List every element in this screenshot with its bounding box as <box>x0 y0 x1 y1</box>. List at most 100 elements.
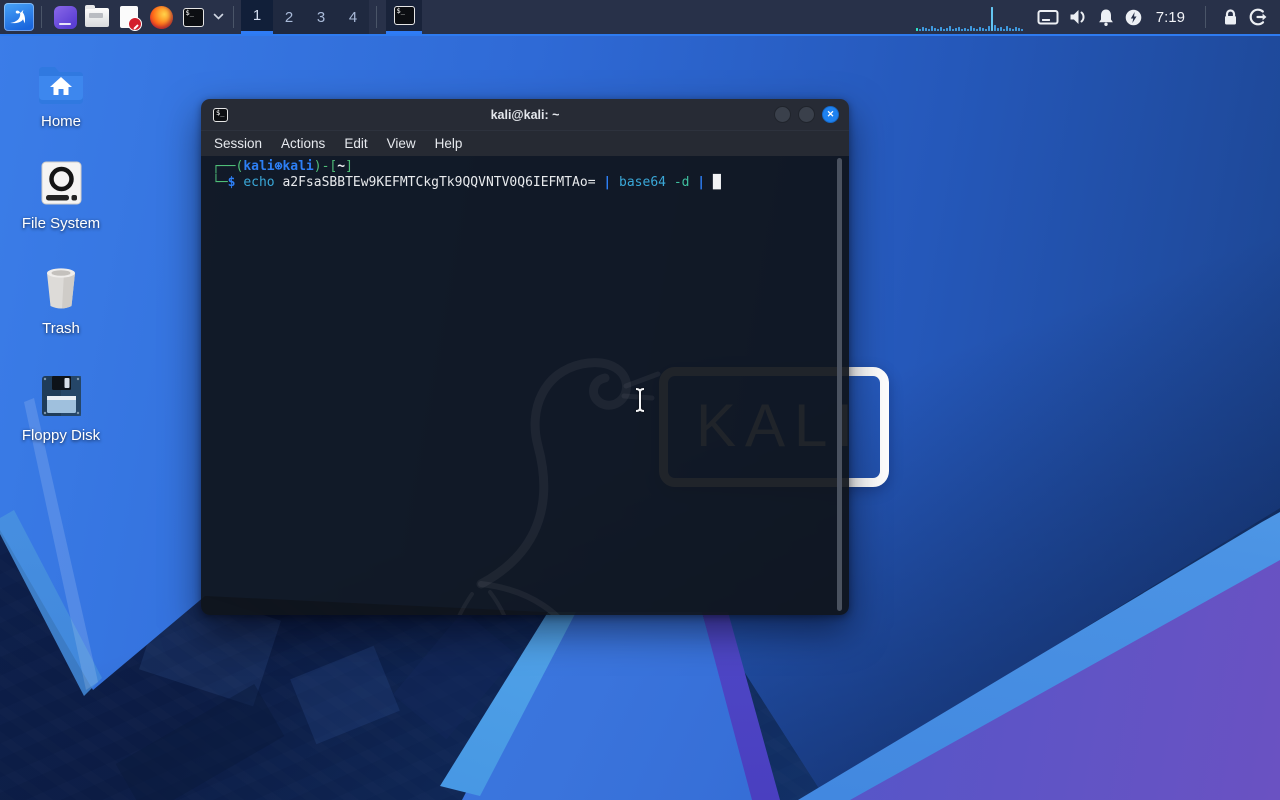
menu-actions[interactable]: Actions <box>281 136 325 151</box>
keyboard-layout-indicator[interactable] <box>1037 8 1059 26</box>
cpu-bar <box>942 29 945 31</box>
cpu-bar <box>996 28 999 31</box>
cpu-bar <box>963 28 966 31</box>
system-tray: 7:19 <box>1037 6 1274 28</box>
workspace-2[interactable]: 2 <box>273 0 305 34</box>
terminal-scrollbar[interactable] <box>837 158 842 611</box>
panel-separator <box>1205 6 1206 28</box>
workspace-1[interactable]: 1 <box>241 0 273 34</box>
window-menubar: Session Actions Edit View Help <box>201 130 849 156</box>
applications-menu-button[interactable] <box>4 3 34 31</box>
cpu-bar <box>990 7 993 31</box>
desktop-icon-trash[interactable]: Trash <box>6 263 116 337</box>
prompt-token: | <box>603 175 612 190</box>
lock-icon <box>1225 8 1236 24</box>
cpu-bar <box>987 26 990 31</box>
cpu-bar <box>960 29 963 31</box>
volume-icon <box>1070 10 1085 24</box>
prompt-token <box>666 175 674 190</box>
app-drawer-launcher[interactable] <box>52 3 78 31</box>
power-manager-icon <box>1125 9 1142 25</box>
prompt-token: kali <box>282 159 314 174</box>
workspace-switcher: 1234 <box>241 0 369 34</box>
prompt-token: ~ <box>337 159 346 174</box>
taskbar-terminal-window-button[interactable] <box>386 0 422 34</box>
cpu-bar <box>1014 27 1017 31</box>
terminal-icon <box>393 6 415 25</box>
workspace-4[interactable]: 4 <box>337 0 369 34</box>
file-manager-launcher[interactable] <box>84 3 110 31</box>
terminal-body[interactable]: ┌──(kali⊛kali)-[~] └─$ echo a2FsaSBBTEw9K… <box>201 156 849 615</box>
cpu-bar <box>954 28 957 31</box>
home-folder-icon <box>6 56 116 104</box>
cpu-bar <box>1002 29 1005 31</box>
prompt-token <box>705 175 713 190</box>
menu-help[interactable]: Help <box>435 136 463 151</box>
trash-can-icon <box>6 263 116 311</box>
cpu-bar <box>969 26 972 31</box>
volume-control[interactable] <box>1068 8 1088 26</box>
cpu-bar <box>936 29 939 31</box>
floppy-disk-icon <box>6 370 116 418</box>
cpu-bar <box>918 29 921 31</box>
cpu-bar <box>981 28 984 31</box>
prompt-token: kali <box>243 159 275 174</box>
workspace-3[interactable]: 3 <box>305 0 337 34</box>
text-cursor-pointer <box>635 388 645 412</box>
prompt-token: ] <box>345 159 353 174</box>
desktop-icon-filesystem[interactable]: File System <box>6 158 116 232</box>
top-panel: 1234 <box>0 0 1280 36</box>
cpu-bar <box>1011 29 1014 31</box>
prompt-token: | <box>697 175 706 190</box>
power-manager[interactable] <box>1124 8 1143 27</box>
file-manager-icon <box>85 4 109 27</box>
cpu-bar <box>933 28 936 31</box>
cpu-graph[interactable] <box>915 3 1023 31</box>
cpu-bar <box>951 29 954 31</box>
notifications[interactable] <box>1097 8 1115 27</box>
cpu-bar <box>921 27 924 31</box>
filesystem-drive-icon <box>6 158 116 206</box>
panel-separator <box>376 6 377 28</box>
desktop-icon-floppy[interactable]: Floppy Disk <box>6 370 116 444</box>
desktop-icon-home[interactable]: Home <box>6 56 116 130</box>
clock[interactable]: 7:19 <box>1156 9 1185 26</box>
minimize-button[interactable] <box>774 106 791 123</box>
terminal-cursor: █ <box>712 175 721 190</box>
prompt-token: -d <box>673 175 690 190</box>
cpu-bar <box>930 26 933 31</box>
maximize-button[interactable] <box>798 106 815 123</box>
launcher-dropdown-button[interactable] <box>213 8 224 26</box>
firefox-icon <box>149 5 173 29</box>
bell-icon <box>1098 9 1113 26</box>
cpu-bar <box>1020 29 1023 31</box>
cpu-bar <box>1008 28 1011 31</box>
close-button[interactable]: ✕ <box>822 106 839 123</box>
menu-edit[interactable]: Edit <box>344 136 367 151</box>
terminal-window: kali@kali: ~ ✕ Session Actions Edit View Hel… <box>201 99 849 615</box>
terminal-output: ┌──(kali⊛kali)-[~] └─$ echo a2FsaSBBTEw9K… <box>212 159 849 191</box>
logout-button[interactable] <box>1248 7 1268 27</box>
desktop-icon-label: Trash <box>42 320 80 337</box>
lock-screen-button[interactable] <box>1222 8 1239 27</box>
cpu-bar <box>984 29 987 31</box>
kali-desktop: KALI Home File System <box>0 0 1280 800</box>
window-title: kali@kali: ~ <box>490 107 560 122</box>
window-titlebar[interactable]: kali@kali: ~ ✕ <box>201 99 849 130</box>
firefox-launcher[interactable] <box>148 3 174 31</box>
cpu-bar <box>927 29 930 31</box>
menu-view[interactable]: View <box>387 136 416 151</box>
cpu-bar <box>945 28 948 31</box>
kali-logo-icon <box>10 9 26 24</box>
cpu-bar <box>939 27 942 31</box>
prompt-token: └─ <box>212 175 228 190</box>
terminal-window-icon <box>213 107 228 122</box>
desktop-icon-label: File System <box>21 215 101 232</box>
cpu-bar <box>1017 28 1020 31</box>
text-editor-launcher[interactable] <box>116 3 142 31</box>
terminal-launcher[interactable] <box>180 3 206 31</box>
prompt-token: echo <box>243 175 275 190</box>
terminal-icon <box>182 7 204 27</box>
cpu-bar <box>924 28 927 31</box>
menu-session[interactable]: Session <box>214 136 262 151</box>
